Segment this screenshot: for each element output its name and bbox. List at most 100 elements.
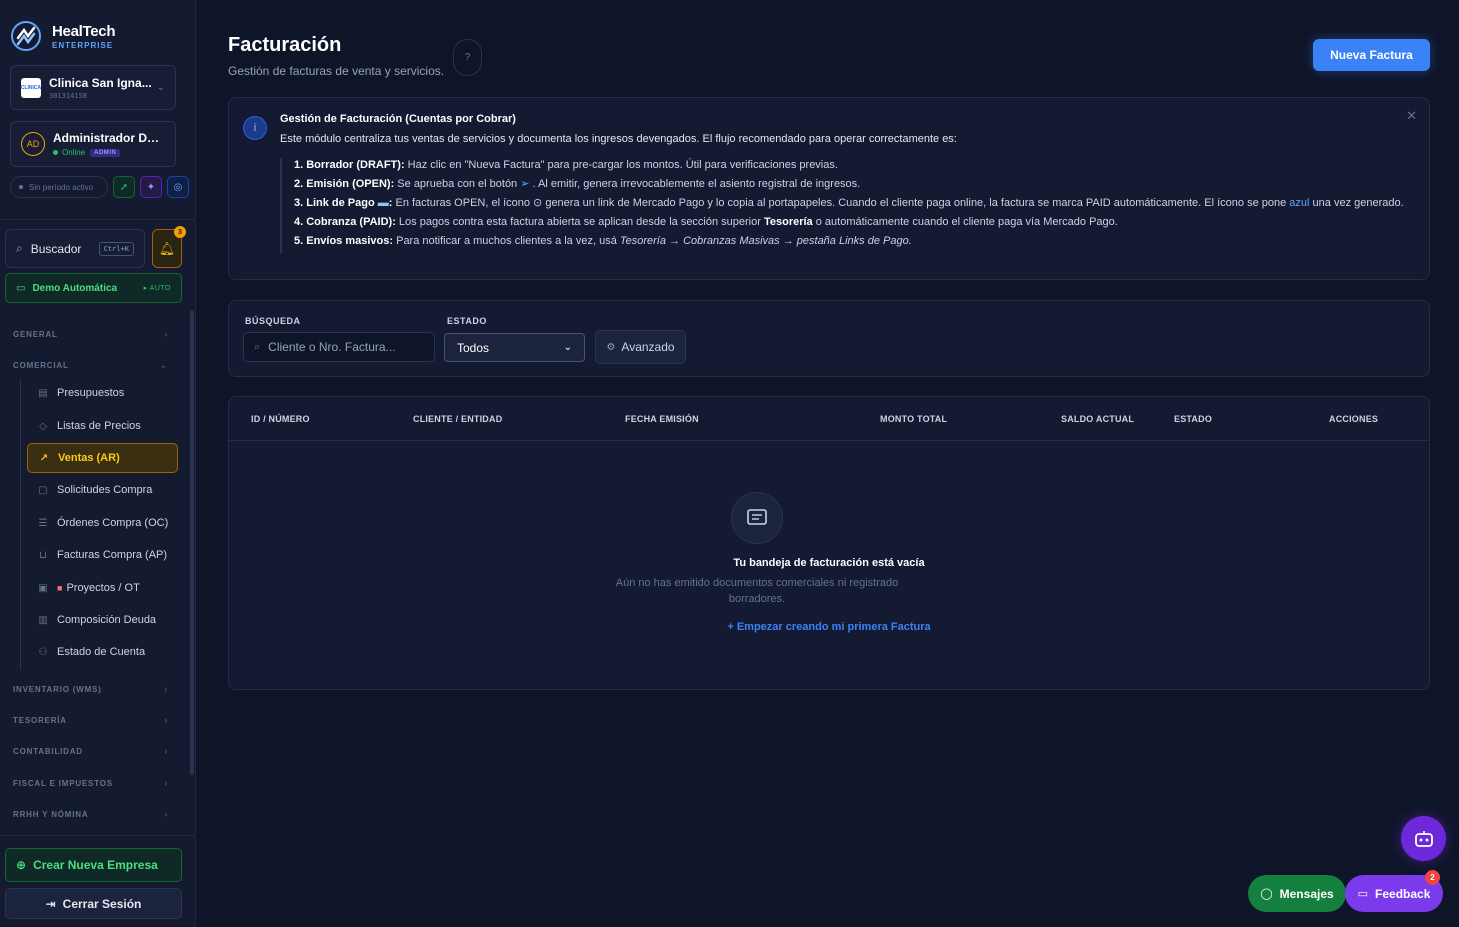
nav-group-rrhh[interactable]: RRHH Y NÓMINA › [13,809,168,819]
org-name: Clinica San Igna... [49,75,152,90]
demo-label: Demo Automática [32,282,118,294]
nav-group-comercial[interactable]: COMERCIAL ⌄ [13,360,168,371]
org-switcher[interactable]: CLINICA Clinica San Igna... 301314158 ⌄ [10,65,176,110]
sidebar-scrollbar[interactable] [190,310,194,775]
nav-group-general[interactable]: GENERAL › [13,329,168,339]
search-icon: ⌕ [16,241,23,255]
nav-group-tesoreria[interactable]: TESORERÍA › [13,715,168,725]
column-balance[interactable]: SALDO ACTUAL [1061,414,1134,424]
column-total[interactable]: MONTO TOTAL [880,414,947,424]
create-company-button[interactable]: ⊕ Crear Nueva Empresa [5,848,182,882]
page-help-button[interactable]: ? [453,39,482,76]
chevron-down-icon: ⌄ [563,342,572,353]
rocket-icon: ➚ [119,181,129,193]
nav-item-facturas-compra[interactable]: ⊔ Facturas Compra (AP) [27,540,178,570]
chevron-right-icon: › [164,329,168,339]
nav-item-proyectos[interactable]: ▣ ■ Proyectos / OT [27,573,178,603]
step-payment-link: 3. Link de Pago ▬: En facturas OPEN, el … [294,197,1404,209]
briefcase-icon: ▢ [38,484,48,496]
role-badge: ADMIN [90,148,121,157]
cart-icon: ⊔ [39,549,47,561]
nav-group-fiscal[interactable]: FISCAL E IMPUESTOS › [13,778,168,788]
online-dot-icon [53,150,58,155]
nav-item-estado-cuenta[interactable]: ⚇ Estado de Cuenta [27,637,178,667]
status-select[interactable]: Todos ⌄ [444,333,585,362]
receipt-icon [731,492,783,544]
advanced-filter-button[interactable]: ⚙ Avanzado [595,330,686,364]
monitor-icon: ▭ [16,282,26,294]
messages-button[interactable]: ◯ Mensajes [1248,875,1346,912]
column-status[interactable]: ESTADO [1174,414,1212,424]
column-id[interactable]: ID / NÚMERO [251,414,310,424]
nav-group-inventario[interactable]: INVENTARIO (WMS) › [13,684,168,694]
search-placeholder: Cliente o Nro. Factura... [268,340,396,354]
nav-item-solicitudes-compra[interactable]: ▢ Solicitudes Compra [27,475,178,505]
coin-icon: ⊙ [533,197,543,209]
nav-item-presupuestos[interactable]: ▤ Presupuestos [27,378,178,408]
nav-item-ordenes-compra[interactable]: ☰ Órdenes Compra (OC) [27,508,178,538]
nav-item-ventas[interactable]: ↗ Ventas (AR) [27,443,178,473]
create-first-invoice-link[interactable]: + Empezar creando mi primera Factura [229,621,1429,633]
divider [0,835,195,836]
nav-item-composicion-deuda[interactable]: ▥ Composición Deuda [27,605,178,635]
tag-icon: ◇ [39,420,47,432]
step-text: Se aprueba con el botón [394,178,521,190]
bell-icon: 🔔︎ [158,240,176,256]
close-icon[interactable]: ✕ [1406,108,1417,124]
user-status: Online [62,148,86,157]
assistant-bot-button[interactable] [1401,816,1446,861]
trend-up-icon: ↗ [39,452,49,464]
info-intro: Este módulo centraliza tus ventas de ser… [280,133,957,145]
status-selected-value: Todos [457,340,490,355]
logout-button[interactable]: ⇥ Cerrar Sesión [5,888,182,919]
plus-circle-icon: ⊕ [16,858,27,872]
column-actions: ACCIONES [1329,414,1379,424]
org-logo: CLINICA [21,77,41,98]
avatar: AD [21,132,45,156]
step-title: 3. Link de Pago [294,197,375,209]
search-button[interactable]: ⌕ Buscador Ctrl+K [5,229,145,268]
step-text: Para notificar a muchos clientes a la ve… [393,235,620,247]
step-text: Los pagos contra esta factura abierta se… [395,216,764,228]
users-icon: ⚇ [38,646,48,658]
chevron-down-icon: ⌄ [156,82,165,93]
user-name: Administrador De... [53,131,163,145]
divider [0,219,195,220]
step-text: genera un link de Mercado Pago y lo copi… [542,197,1290,209]
step-highlight: azul [1289,197,1310,209]
period-selector[interactable]: Sin período activo [10,176,108,198]
card-icon: ▬ [377,197,389,209]
step-title: 1. Borrador (DRAFT): [294,159,405,171]
table-header: ID / NÚMERO CLIENTE / ENTIDAD FECHA EMIS… [229,397,1429,441]
question-icon: ? [464,52,471,63]
step-italic: Tesorería → Cobranzas Masivas → pestaña … [619,235,912,247]
help-button[interactable]: ◎ [167,176,189,198]
user-card[interactable]: AD Administrador De... Online ADMIN [10,121,176,167]
document-icon: ▤ [38,387,48,399]
magic-button[interactable]: ✦ [140,176,162,198]
robot-icon [1414,830,1433,847]
nav-group-label: FISCAL E IMPUESTOS [13,778,113,788]
rocket-button[interactable]: ➚ [113,176,135,198]
step-bulk: 5. Envíos masivos: Para notificar a much… [294,234,1418,249]
new-invoice-button[interactable]: Nueva Factura [1313,39,1430,71]
column-client[interactable]: CLIENTE / ENTIDAD [413,414,502,424]
demo-tag: ▸ AUTO [143,285,171,292]
column-date[interactable]: FECHA EMISIÓN [625,414,699,424]
search-label: Buscador [30,241,82,256]
brand[interactable]: HealTech ENTERPRISE [10,20,115,52]
invoice-search-input[interactable]: ⌕ Cliente o Nro. Factura... [243,332,435,362]
notifications-button[interactable]: 🔔︎ 3 [152,226,186,268]
sidebar: HealTech ENTERPRISE CLINICA Clinica San … [0,0,196,927]
chat-icon: ◯ [1260,888,1273,900]
step-open: 2. Emisión (OPEN): Se aprueba con el bot… [294,177,1418,192]
feedback-button[interactable]: ▭ Feedback 2 [1345,870,1443,912]
nav-item-label: Ventas (AR) [58,452,120,464]
nav-group-contabilidad[interactable]: CONTABILIDAD › [13,746,168,756]
nav-item-listas-precios[interactable]: ◇ Listas de Precios [27,411,178,441]
chevron-down-icon: ⌄ [159,360,168,370]
demo-button[interactable]: ▭ Demo Automática ▸ AUTO [5,273,182,303]
chevron-right-icon: › [164,778,168,788]
bar-chart-icon: ▥ [38,614,48,626]
advanced-label: Avanzado [621,340,675,354]
